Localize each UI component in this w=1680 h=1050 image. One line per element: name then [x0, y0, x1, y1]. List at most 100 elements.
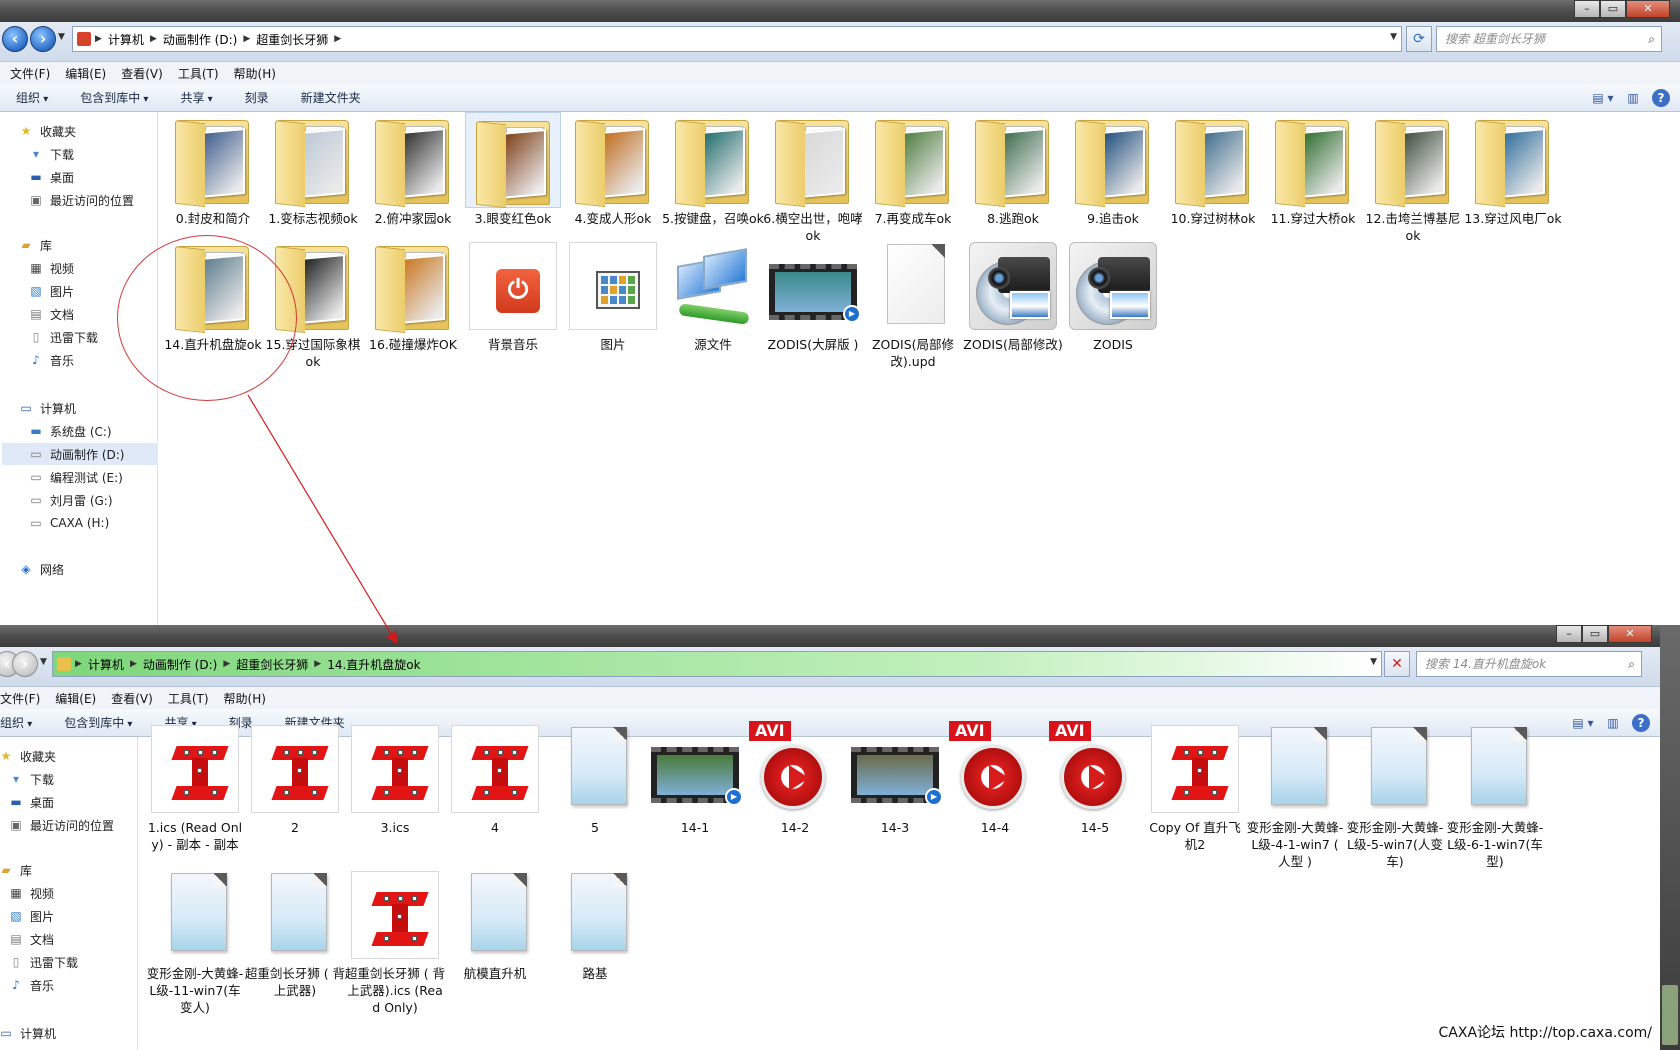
address-bar[interactable]: ▶ 计算机 ▶ 动画制作 (D:) ▶ 超重剑长牙狮 ▶ ▼: [72, 26, 1402, 52]
recent-pages-dropdown[interactable]: ▼: [58, 32, 65, 42]
file-item[interactable]: 5.按键盘，召唤ok: [662, 112, 764, 227]
close-button[interactable]: ✕: [1608, 625, 1652, 643]
nav-drive-d[interactable]: ▭ 动画制作 (D:): [2, 443, 158, 465]
file-item[interactable]: 源文件: [662, 238, 764, 353]
file-item[interactable]: ZODIS(局部修改): [962, 238, 1064, 353]
menu-help[interactable]: 帮助(H): [224, 65, 281, 82]
file-item[interactable]: 路基: [544, 867, 646, 982]
file-item[interactable]: 16.碰撞爆炸OK: [362, 238, 464, 353]
file-item[interactable]: 变形金刚-大黄蜂-L级-11-win7(车变人): [144, 867, 246, 1016]
file-item[interactable]: 1.变标志视频ok: [262, 112, 364, 227]
menu-tools[interactable]: 工具(T): [158, 690, 214, 707]
file-item[interactable]: 航模直升机: [444, 867, 546, 982]
breadcrumb-drive[interactable]: 动画制作 (D:): [137, 656, 223, 673]
refresh-button[interactable]: ⟳: [1406, 26, 1432, 52]
maximize-button[interactable]: ▭: [1582, 625, 1608, 643]
change-view-icon[interactable]: ▤ ▾: [1572, 713, 1594, 733]
file-item[interactable]: 2: [244, 721, 346, 836]
file-item[interactable]: ▶ 14-1: [644, 721, 746, 836]
preview-pane-icon[interactable]: ▥: [1602, 713, 1624, 733]
search-input[interactable]: 搜索 14.直升机盘旋ok ⌕: [1416, 651, 1642, 677]
include-in-library-button[interactable]: 包含到库中: [64, 89, 164, 106]
search-icon[interactable]: ⌕: [1648, 27, 1655, 51]
share-button[interactable]: 共享: [164, 89, 228, 106]
file-item[interactable]: 7.再变成车ok: [862, 112, 964, 227]
minimize-button[interactable]: –: [1574, 0, 1600, 18]
file-item[interactable]: 4: [444, 721, 546, 836]
file-item[interactable]: ZODIS: [1062, 238, 1164, 353]
file-item[interactable]: Copy Of 直升飞机2: [1144, 721, 1246, 853]
breadcrumb-drive[interactable]: 动画制作 (D:): [157, 31, 243, 48]
breadcrumb-computer[interactable]: 计算机: [102, 31, 150, 48]
burn-button[interactable]: 刻录: [229, 89, 285, 106]
menu-file[interactable]: 文件(F): [0, 690, 45, 707]
forward-button[interactable]: ›: [12, 651, 38, 677]
menu-edit[interactable]: 编辑(E): [45, 690, 101, 707]
menu-help[interactable]: 帮助(H): [214, 690, 271, 707]
file-item[interactable]: 变形金刚-大黄蜂-L级-5-win7(人变车): [1344, 721, 1446, 870]
file-item[interactable]: 10.穿过树林ok: [1162, 112, 1264, 227]
file-item[interactable]: 图片: [562, 238, 664, 353]
minimize-button[interactable]: –: [1556, 625, 1582, 643]
nav-computer[interactable]: ▭ 计算机: [18, 397, 174, 419]
recent-pages-dropdown[interactable]: ▼: [40, 657, 47, 667]
menu-view[interactable]: 查看(V): [101, 690, 158, 707]
nav-favorites[interactable]: ★ 收藏夹: [18, 120, 174, 142]
file-item[interactable]: ZODIS(局部修改).upd: [862, 238, 964, 370]
back-button[interactable]: ‹: [2, 26, 28, 52]
resize-grip[interactable]: [1662, 985, 1678, 1045]
menu-view[interactable]: 查看(V): [111, 65, 168, 82]
nav-computer[interactable]: ▭ 计算机: [0, 1022, 154, 1044]
file-item[interactable]: 超重剑长牙狮 ( 背上武器): [244, 867, 346, 999]
maximize-button[interactable]: ▭: [1600, 0, 1626, 18]
help-icon[interactable]: ?: [1652, 89, 1670, 107]
title-bar[interactable]: [0, 0, 1680, 22]
nav-network[interactable]: ◈ 网络: [18, 558, 174, 580]
include-in-library-button[interactable]: 包含到库中: [48, 714, 148, 731]
address-bar[interactable]: ▶ 计算机 ▶ 动画制作 (D:) ▶ 超重剑长牙狮 ▶ 14.直升机盘旋ok …: [52, 651, 1382, 677]
forward-button[interactable]: ›: [30, 26, 56, 52]
file-item[interactable]: 0.封皮和简介: [162, 112, 264, 227]
file-item[interactable]: AVI 14-5: [1044, 721, 1146, 836]
breadcrumb-subfolder[interactable]: 14.直升机盘旋ok: [321, 656, 426, 673]
file-item[interactable]: 9.追击ok: [1062, 112, 1164, 227]
file-item[interactable]: 8.逃跑ok: [962, 112, 1064, 227]
file-item[interactable]: 3.ics: [344, 721, 446, 836]
menu-tools[interactable]: 工具(T): [168, 65, 224, 82]
file-item[interactable]: 变形金刚-大黄蜂-L级-4-1-win7 ( 人型 ): [1244, 721, 1346, 870]
file-item[interactable]: 2.俯冲家园ok: [362, 112, 464, 227]
file-item[interactable]: 变形金刚-大黄蜂-L级-6-1-win7(车型): [1444, 721, 1546, 870]
search-icon[interactable]: ⌕: [1628, 652, 1635, 676]
file-item[interactable]: 12.击垮兰博基尼ok: [1362, 112, 1464, 244]
file-item[interactable]: 超重剑长牙狮 ( 背上武器).ics (Read Only): [344, 867, 446, 1016]
new-folder-button[interactable]: 新建文件夹: [285, 89, 377, 106]
close-button[interactable]: ✕: [1626, 0, 1670, 18]
file-item[interactable]: ▶ 14-3: [844, 721, 946, 836]
title-bar[interactable]: [0, 625, 1660, 647]
nav-libraries[interactable]: ▰ 库: [0, 859, 154, 881]
change-view-icon[interactable]: ▤ ▾: [1592, 88, 1614, 108]
search-input[interactable]: 搜索 超重剑长牙狮 ⌕: [1436, 26, 1662, 52]
file-item[interactable]: 1.ics (Read Only) - 副本 - 副本: [144, 721, 246, 853]
file-item[interactable]: ▶ ZODIS(大屏版 ): [762, 238, 864, 353]
breadcrumb-folder[interactable]: 超重剑长牙狮: [250, 31, 334, 48]
file-item[interactable]: 3.眼变红色ok: [462, 112, 564, 227]
file-item[interactable]: 6.横空出世，咆哮ok: [762, 112, 864, 244]
breadcrumb-computer[interactable]: 计算机: [82, 656, 130, 673]
address-dropdown-icon[interactable]: ▼: [1390, 32, 1397, 42]
file-item[interactable]: 11.穿过大桥ok: [1262, 112, 1364, 227]
organize-button[interactable]: 组织: [0, 89, 64, 106]
preview-pane-icon[interactable]: ▥: [1622, 88, 1644, 108]
organize-button[interactable]: 组织: [0, 714, 48, 731]
breadcrumb-folder[interactable]: 超重剑长牙狮: [230, 656, 314, 673]
address-dropdown-icon[interactable]: ▼: [1370, 657, 1377, 667]
nav-favorites[interactable]: ★ 收藏夹: [0, 745, 154, 767]
file-item[interactable]: 5: [544, 721, 646, 836]
file-item[interactable]: ⏻ 背景音乐: [462, 238, 564, 353]
help-icon[interactable]: ?: [1632, 714, 1650, 732]
file-item[interactable]: 4.变成人形ok: [562, 112, 664, 227]
stop-button[interactable]: ✕: [1384, 651, 1410, 677]
file-item[interactable]: 13.穿过风电厂ok: [1462, 112, 1564, 227]
file-item[interactable]: AVI 14-2: [744, 721, 846, 836]
menu-edit[interactable]: 编辑(E): [55, 65, 111, 82]
